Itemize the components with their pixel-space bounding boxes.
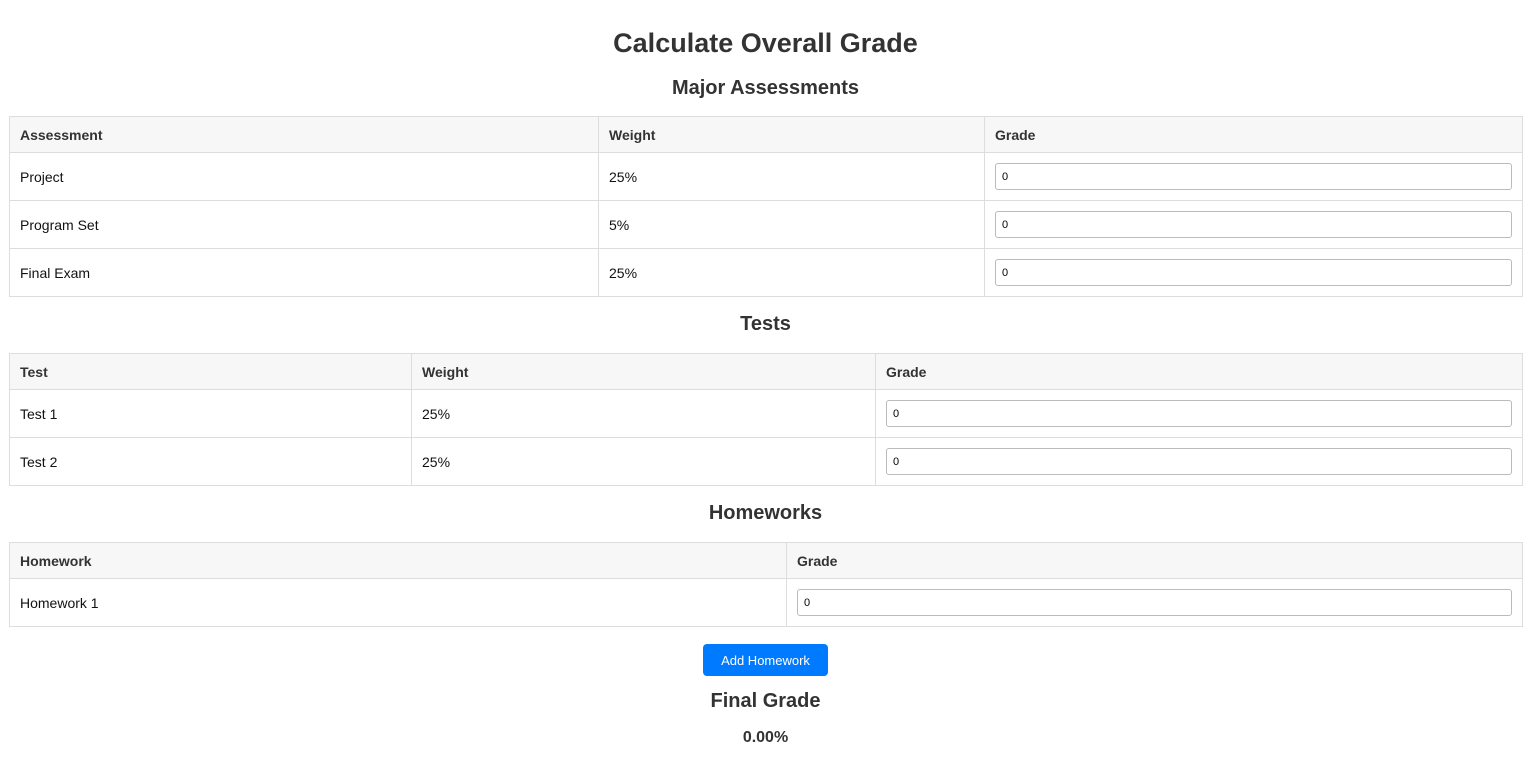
test-1-grade-input[interactable]: [886, 400, 1512, 427]
column-header-assessment: Assessment: [9, 116, 599, 153]
final-grade-value: 0.00%: [742, 729, 789, 746]
column-header-grade: Grade: [786, 542, 1523, 579]
grade-cell: [984, 248, 1523, 297]
grade-cell: [786, 578, 1523, 627]
assessment-weight: 25%: [598, 152, 985, 201]
page: Calculate Overall Grade Major Assessment…: [0, 0, 1532, 775]
table-row: Homework 1: [9, 578, 1523, 627]
column-header-grade: Grade: [875, 353, 1523, 390]
page-title: Calculate Overall Grade: [613, 28, 918, 58]
program-set-grade-input[interactable]: [995, 211, 1512, 238]
major-assessments-table: Assessment Weight Grade Project 25% Prog…: [9, 116, 1523, 297]
column-header-weight: Weight: [411, 353, 876, 390]
table-row: Test 1 25%: [9, 389, 1523, 438]
add-homework-button[interactable]: Add Homework: [703, 644, 828, 676]
grade-cell: [875, 389, 1523, 438]
table-header-row: Homework Grade: [9, 542, 1523, 579]
grade-cell: [984, 152, 1523, 201]
table-row: Final Exam 25%: [9, 248, 1523, 297]
table-row: Project 25%: [9, 152, 1523, 201]
assessment-weight: 5%: [598, 200, 985, 249]
major-assessments-heading: Major Assessments: [671, 77, 860, 99]
table-row: Program Set 5%: [9, 200, 1523, 249]
assessment-name: Final Exam: [9, 248, 599, 297]
tests-table: Test Weight Grade Test 1 25% Test 2 25%: [9, 353, 1523, 486]
table-header-row: Test Weight Grade: [9, 353, 1523, 390]
grade-cell: [875, 437, 1523, 486]
assessment-name: Project: [9, 152, 599, 201]
homework-name: Homework 1: [9, 578, 787, 627]
table-row: Test 2 25%: [9, 437, 1523, 486]
homeworks-table: Homework Grade Homework 1: [9, 542, 1523, 627]
final-exam-grade-input[interactable]: [995, 259, 1512, 286]
column-header-weight: Weight: [598, 116, 985, 153]
test-weight: 25%: [411, 389, 876, 438]
grade-cell: [984, 200, 1523, 249]
column-header-test: Test: [9, 353, 412, 390]
assessment-weight: 25%: [598, 248, 985, 297]
column-header-homework: Homework: [9, 542, 787, 579]
column-header-grade: Grade: [984, 116, 1523, 153]
tests-heading: Tests: [740, 313, 791, 335]
test-weight: 25%: [411, 437, 876, 486]
project-grade-input[interactable]: [995, 163, 1512, 190]
test-name: Test 2: [9, 437, 412, 486]
homeworks-heading: Homeworks: [708, 502, 823, 524]
test-2-grade-input[interactable]: [886, 448, 1512, 475]
table-header-row: Assessment Weight Grade: [9, 116, 1523, 153]
add-homework-wrapper: Add Homework: [9, 644, 1522, 676]
test-name: Test 1: [9, 389, 412, 438]
assessment-name: Program Set: [9, 200, 599, 249]
final-grade-heading: Final Grade: [710, 690, 821, 712]
homework-1-grade-input[interactable]: [797, 589, 1512, 616]
